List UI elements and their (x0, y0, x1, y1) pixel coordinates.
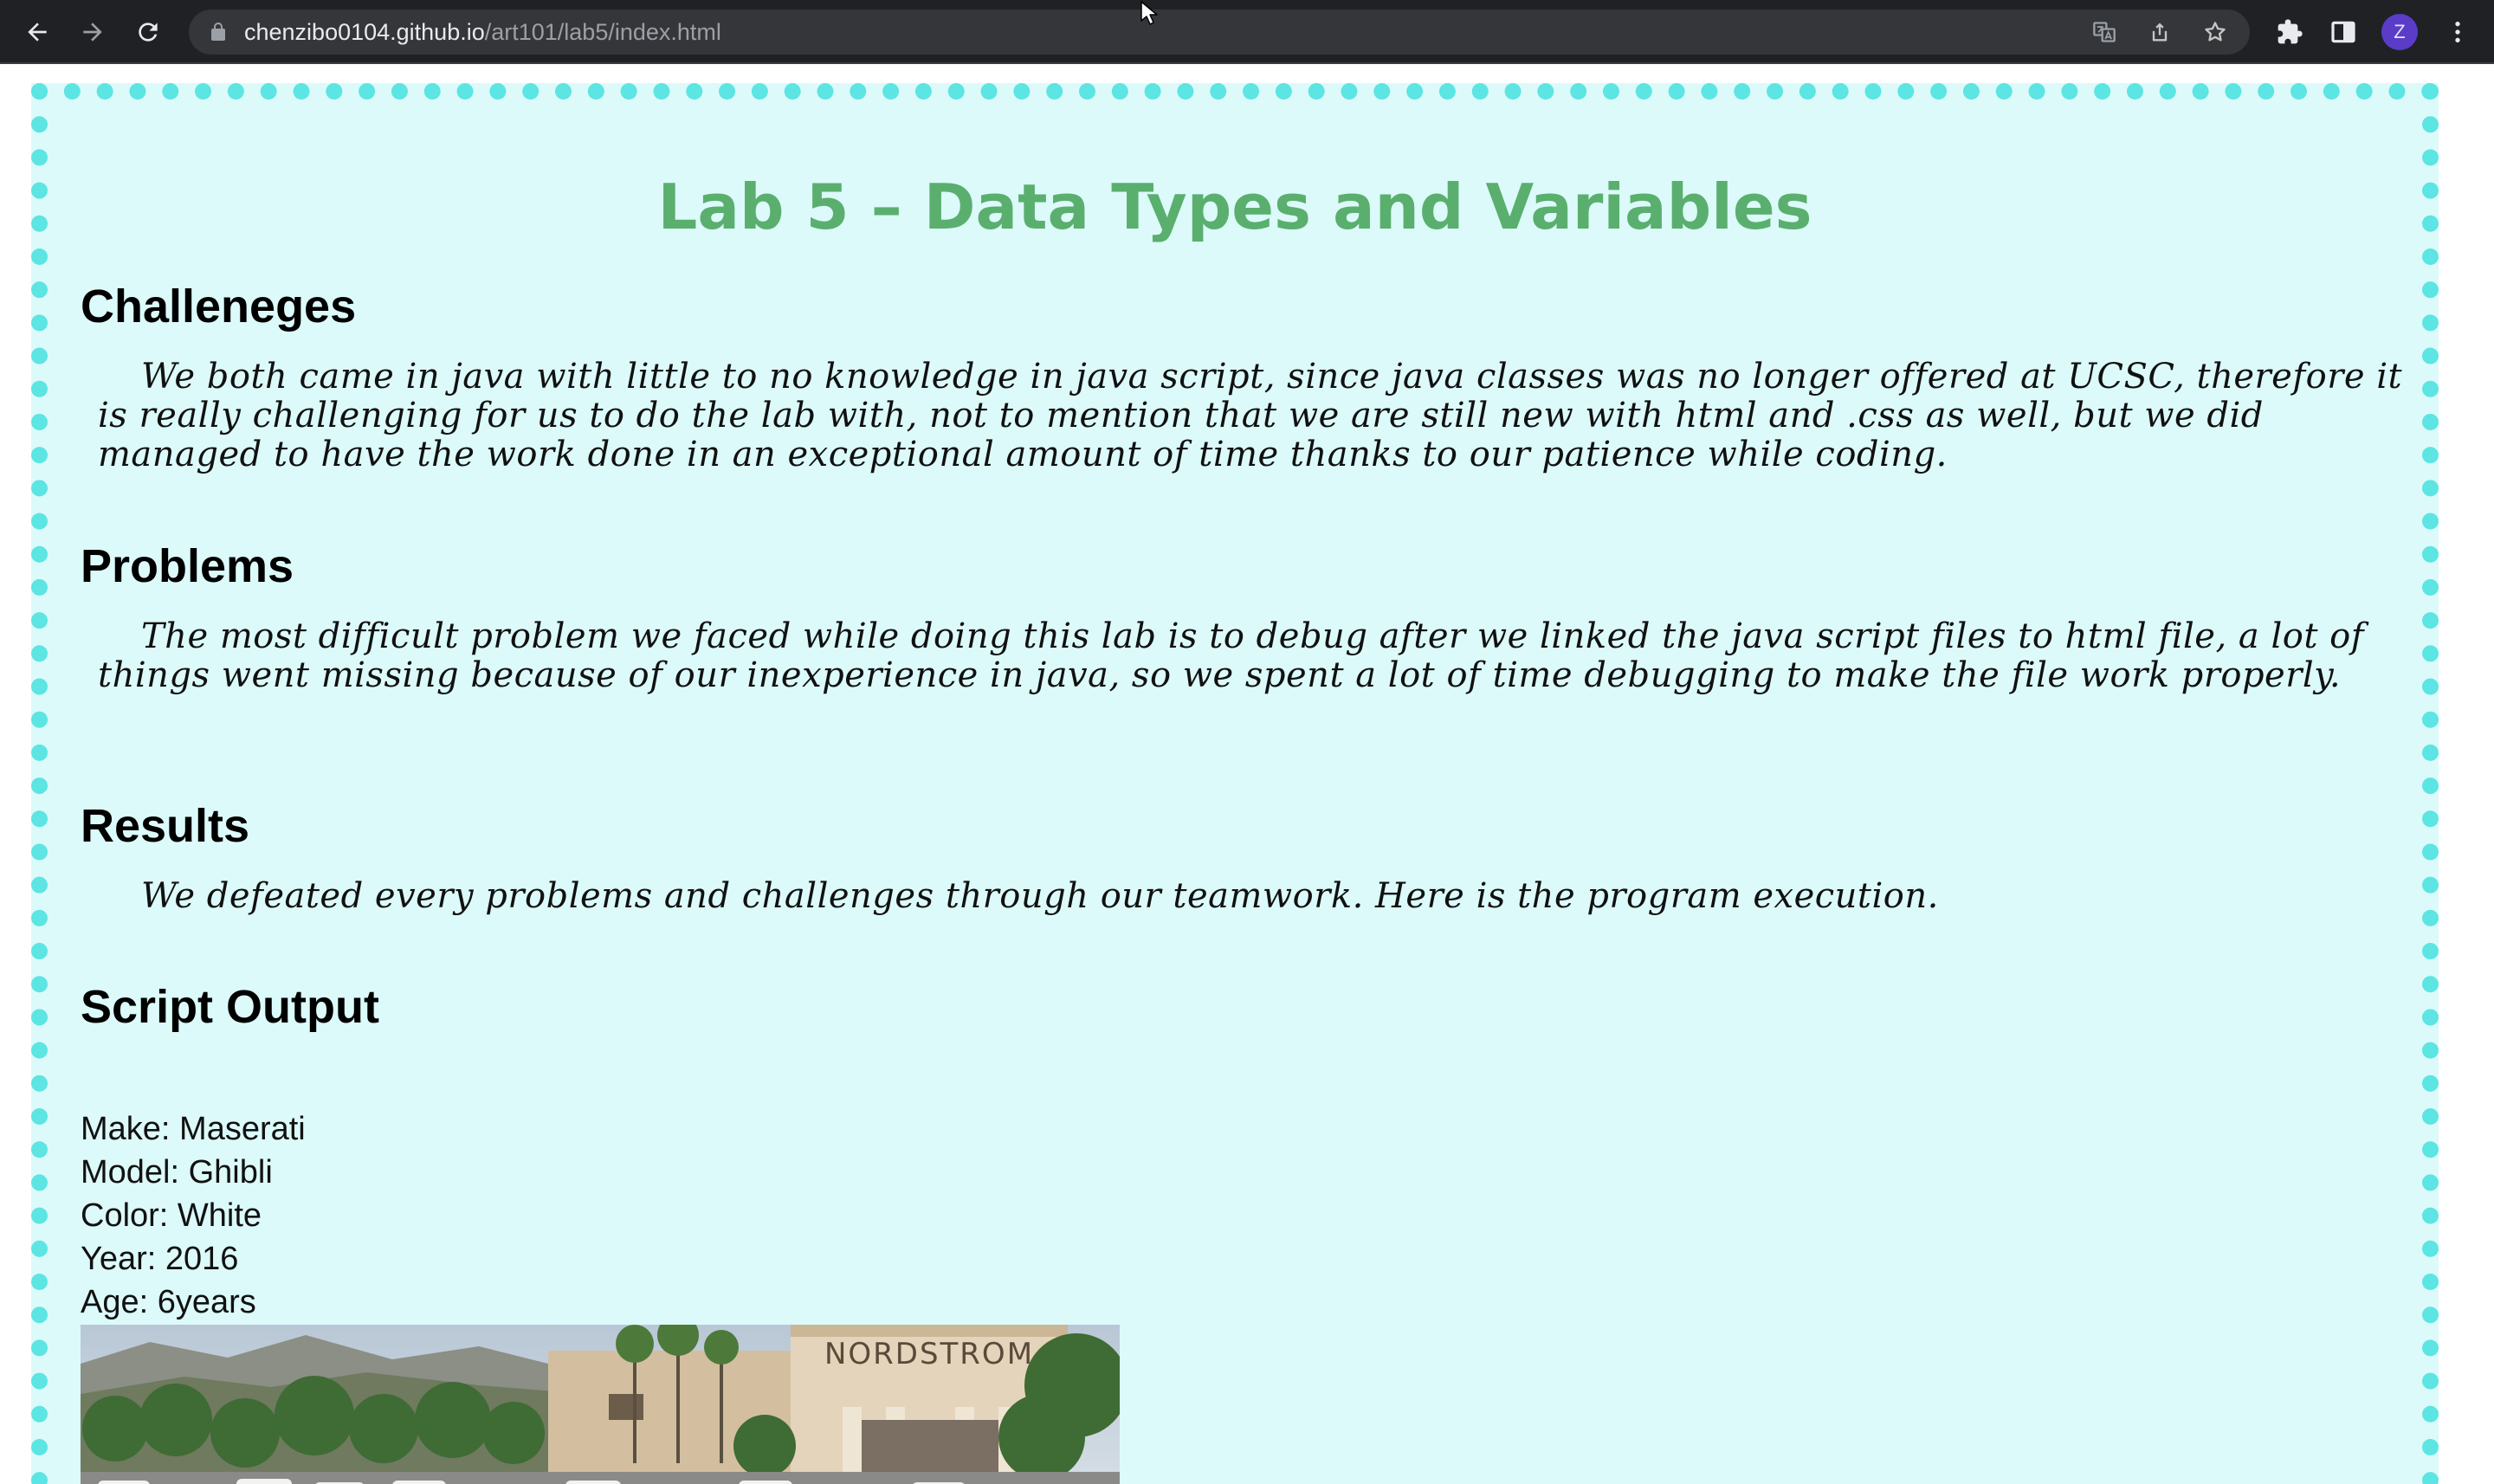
output-line-age: Age: 6years (81, 1284, 256, 1320)
output-line-color: Color: White (81, 1197, 262, 1234)
arrow-left-icon (28, 23, 47, 42)
section-body-challenges: We both came in java with little to no k… (98, 357, 2403, 474)
forward-button[interactable] (73, 12, 113, 52)
browser-toolbar: chenzibo0104.github.io/art101/lab5/index… (0, 0, 2494, 64)
url-host: chenzibo0104.github.io (244, 19, 485, 45)
translate-icon[interactable] (2092, 20, 2116, 44)
store-sign: NORDSTROM (824, 1337, 1034, 1371)
kebab-menu-icon (2455, 22, 2460, 42)
script-output-heading: Script Output (81, 981, 379, 1033)
side-panel-icon (2331, 21, 2355, 43)
store-photo: NORDSTROM (81, 1325, 1120, 1484)
star-icon[interactable] (2203, 20, 2227, 44)
section-body-results: We defeated every problems and challenge… (141, 876, 1939, 916)
profile-avatar[interactable]: Z (2381, 14, 2418, 50)
puzzle-icon (2278, 19, 2303, 44)
mouse-cursor-icon (1140, 1, 1158, 25)
script-output: Make: Maserati Model: Ghibli Color: Whit… (81, 1107, 306, 1324)
browser-menu-button[interactable] (2442, 16, 2473, 48)
output-line-make: Make: Maserati (81, 1111, 306, 1147)
share-icon[interactable] (2148, 20, 2172, 44)
lock-icon[interactable] (208, 22, 229, 42)
arrow-right-icon (83, 23, 102, 42)
back-button[interactable] (17, 12, 57, 52)
reload-icon (139, 23, 158, 42)
extensions-button[interactable] (2274, 16, 2305, 48)
section-heading-results: Results (81, 800, 250, 852)
output-line-year: Year: 2016 (81, 1241, 239, 1277)
address-bar[interactable]: chenzibo0104.github.io/art101/lab5/index… (189, 10, 2250, 55)
output-line-model: Model: Ghibli (81, 1154, 273, 1190)
reload-button[interactable] (128, 12, 168, 52)
store-photo-illustration: NORDSTROM (81, 1325, 1120, 1484)
section-body-problems: The most difficult problem we faced whil… (98, 616, 2364, 695)
page-title: Lab 5 – Data Types and Variables (657, 171, 1812, 243)
url-text[interactable]: chenzibo0104.github.io/art101/lab5/index… (244, 19, 721, 45)
section-heading-problems: Problems (81, 540, 294, 592)
section-heading-challenges: Challeneges (81, 281, 357, 332)
side-panel-button[interactable] (2328, 16, 2359, 48)
page-viewport: Lab 5 – Data Types and Variables Challen… (0, 64, 2494, 1484)
url-path: /art101/lab5/index.html (484, 19, 721, 45)
content-frame: Lab 5 – Data Types and Variables Challen… (31, 83, 2439, 1484)
